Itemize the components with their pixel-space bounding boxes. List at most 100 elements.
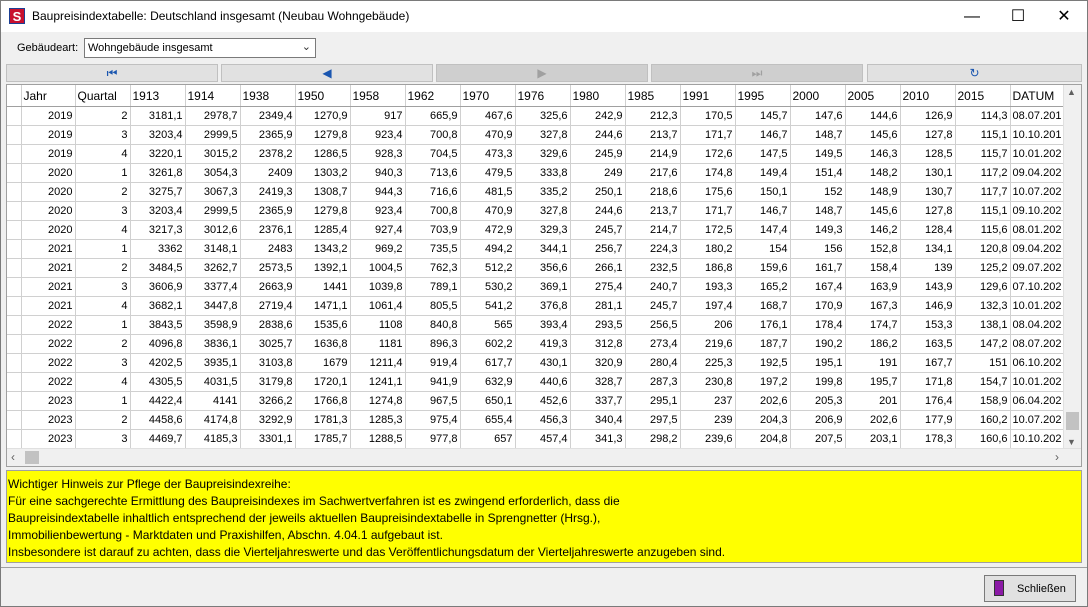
table-cell[interactable]: 158,4 bbox=[845, 258, 901, 278]
table-cell[interactable]: 09.04.202 bbox=[1010, 163, 1065, 183]
table-cell[interactable]: 161,7 bbox=[790, 258, 846, 278]
table-cell[interactable]: 242,9 bbox=[570, 106, 626, 126]
table-cell[interactable]: 3362 bbox=[130, 239, 186, 259]
table-cell[interactable]: 266,1 bbox=[570, 258, 626, 278]
table-cell[interactable]: 473,3 bbox=[460, 144, 516, 164]
table-cell[interactable]: 369,1 bbox=[515, 277, 571, 297]
table-cell[interactable]: 940,3 bbox=[350, 163, 406, 183]
table-cell[interactable]: 168,7 bbox=[735, 296, 791, 316]
table-cell[interactable]: 10.10.201 bbox=[1010, 125, 1065, 145]
table-cell[interactable]: 4174,8 bbox=[185, 410, 241, 430]
table-cell[interactable]: 115,1 bbox=[955, 125, 1011, 145]
table-cell[interactable]: 2409 bbox=[240, 163, 296, 183]
table-row[interactable]: 2022 4 4305,5 4031,5 3179,8 1720,1 1241,1 941,9… bbox=[7, 372, 1065, 392]
table-cell[interactable]: 2 bbox=[75, 410, 131, 430]
table-cell[interactable]: 2023 bbox=[21, 410, 76, 430]
table-cell[interactable]: 328,7 bbox=[570, 372, 626, 392]
table-row[interactable]: 2019 4 3220,1 3015,2 2378,2 1286,5 928,3 704,5 4… bbox=[7, 144, 1065, 164]
table-cell[interactable]: 150,1 bbox=[735, 182, 791, 202]
building-type-select[interactable]: Wohngebäude insgesamt ⌄ bbox=[84, 38, 316, 58]
table-cell[interactable]: 2021 bbox=[21, 258, 76, 278]
table-cell[interactable]: 2838,6 bbox=[240, 315, 296, 335]
table-cell[interactable]: 217,6 bbox=[625, 163, 681, 183]
table-cell[interactable]: 335,2 bbox=[515, 182, 571, 202]
row-selector[interactable] bbox=[7, 277, 22, 297]
column-header[interactable]: 1980 bbox=[570, 85, 626, 107]
table-row[interactable]: 2020 3 3203,4 2999,5 2365,9 1279,8 923,4 700,8 4… bbox=[7, 201, 1065, 221]
table-cell[interactable]: 295,1 bbox=[625, 391, 681, 411]
table-cell[interactable]: 207,5 bbox=[790, 429, 846, 449]
maximize-button[interactable]: ☐ bbox=[995, 1, 1041, 32]
table-cell[interactable]: 944,3 bbox=[350, 182, 406, 202]
scroll-down-icon[interactable]: ▼ bbox=[1067, 437, 1076, 447]
table-cell[interactable]: 237 bbox=[680, 391, 736, 411]
table-cell[interactable]: 256,7 bbox=[570, 239, 626, 259]
table-cell[interactable]: 186,2 bbox=[845, 334, 901, 354]
scroll-left-icon[interactable]: ‹ bbox=[11, 450, 15, 464]
table-cell[interactable]: 927,4 bbox=[350, 220, 406, 240]
table-cell[interactable]: 197,4 bbox=[680, 296, 736, 316]
table-cell[interactable]: 130,7 bbox=[900, 182, 956, 202]
vertical-scroll-thumb[interactable] bbox=[1066, 412, 1079, 430]
vertical-scrollbar[interactable]: ▲ ▼ bbox=[1063, 85, 1081, 449]
table-cell[interactable]: 2999,5 bbox=[185, 125, 241, 145]
table-cell[interactable]: 08.07.202 bbox=[1010, 334, 1065, 354]
table-cell[interactable]: 928,3 bbox=[350, 144, 406, 164]
next-record-button[interactable]: ▶ bbox=[436, 64, 648, 82]
table-cell[interactable]: 132,3 bbox=[955, 296, 1011, 316]
close-window-button[interactable]: ✕ bbox=[1041, 1, 1087, 32]
table-cell[interactable]: 713,6 bbox=[405, 163, 461, 183]
table-cell[interactable]: 704,5 bbox=[405, 144, 461, 164]
table-cell[interactable]: 178,4 bbox=[790, 315, 846, 335]
table-cell[interactable]: 3217,3 bbox=[130, 220, 186, 240]
table-cell[interactable]: 178,3 bbox=[900, 429, 956, 449]
table-cell[interactable]: 4305,5 bbox=[130, 372, 186, 392]
table-cell[interactable]: 145,6 bbox=[845, 125, 901, 145]
table-cell[interactable]: 147,6 bbox=[790, 106, 846, 126]
table-cell[interactable]: 177,9 bbox=[900, 410, 956, 430]
table-cell[interactable]: 3843,5 bbox=[130, 315, 186, 335]
table-cell[interactable]: 452,6 bbox=[515, 391, 571, 411]
table-cell[interactable]: 3054,3 bbox=[185, 163, 241, 183]
table-cell[interactable]: 148,2 bbox=[845, 163, 901, 183]
table-cell[interactable]: 240,7 bbox=[625, 277, 681, 297]
table-cell[interactable]: 115,6 bbox=[955, 220, 1011, 240]
table-cell[interactable]: 2019 bbox=[21, 106, 76, 126]
table-cell[interactable]: 10.01.202 bbox=[1010, 144, 1065, 164]
column-header[interactable]: Quartal bbox=[75, 85, 131, 107]
table-cell[interactable]: 151,4 bbox=[790, 163, 846, 183]
table-cell[interactable]: 214,7 bbox=[625, 220, 681, 240]
table-cell[interactable]: 2978,7 bbox=[185, 106, 241, 126]
row-selector[interactable] bbox=[7, 163, 22, 183]
table-cell[interactable]: 204,8 bbox=[735, 429, 791, 449]
table-cell[interactable]: 175,6 bbox=[680, 182, 736, 202]
table-cell[interactable]: 171,8 bbox=[900, 372, 956, 392]
table-cell[interactable]: 149,4 bbox=[735, 163, 791, 183]
table-cell[interactable]: 3261,8 bbox=[130, 163, 186, 183]
table-cell[interactable]: 3301,1 bbox=[240, 429, 296, 449]
table-cell[interactable]: 172,6 bbox=[680, 144, 736, 164]
table-cell[interactable]: 117,2 bbox=[955, 163, 1011, 183]
table-cell[interactable]: 472,9 bbox=[460, 220, 516, 240]
table-row[interactable]: 2022 3 4202,5 3935,1 3103,8 1679 1211,4 919,4 61… bbox=[7, 353, 1065, 373]
table-cell[interactable]: 245,7 bbox=[625, 296, 681, 316]
table-cell[interactable]: 1270,9 bbox=[295, 106, 351, 126]
table-cell[interactable]: 2021 bbox=[21, 277, 76, 297]
table-cell[interactable]: 700,8 bbox=[405, 125, 461, 145]
table-cell[interactable]: 2020 bbox=[21, 220, 76, 240]
table-cell[interactable]: 3015,2 bbox=[185, 144, 241, 164]
table-cell[interactable]: 2 bbox=[75, 182, 131, 202]
table-cell[interactable]: 2999,5 bbox=[185, 201, 241, 221]
table-cell[interactable]: 172,5 bbox=[680, 220, 736, 240]
table-cell[interactable]: 153,3 bbox=[900, 315, 956, 335]
table-row[interactable]: 2020 4 3217,3 3012,6 2376,1 1285,4 927,4 703,9 4… bbox=[7, 220, 1065, 240]
column-header[interactable]: 1958 bbox=[350, 85, 406, 107]
table-cell[interactable]: 2419,3 bbox=[240, 182, 296, 202]
table-cell[interactable]: 1308,7 bbox=[295, 182, 351, 202]
table-cell[interactable]: 280,4 bbox=[625, 353, 681, 373]
table-cell[interactable]: 09.07.202 bbox=[1010, 258, 1065, 278]
table-cell[interactable]: 3012,6 bbox=[185, 220, 241, 240]
table-cell[interactable]: 192,5 bbox=[735, 353, 791, 373]
table-cell[interactable]: 3682,1 bbox=[130, 296, 186, 316]
table-cell[interactable]: 657 bbox=[460, 429, 516, 449]
